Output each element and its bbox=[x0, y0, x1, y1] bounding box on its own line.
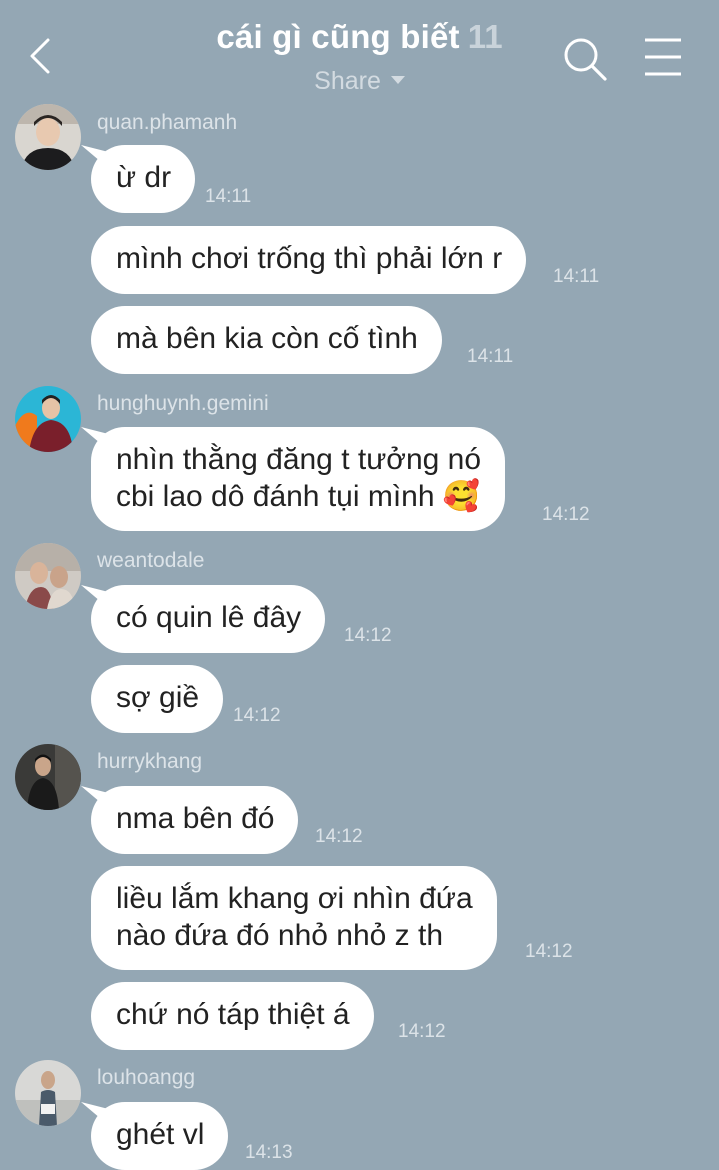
share-label: Share bbox=[314, 67, 381, 95]
sender-name: hurrykhang bbox=[97, 750, 203, 773]
chat-title[interactable]: cái gì cũng biết 11 bbox=[0, 18, 719, 56]
message-text-line-2: nào đứa đó nhỏ nhỏ z th bbox=[116, 919, 444, 952]
avatar-louhoangg[interactable] bbox=[15, 1060, 81, 1126]
avatar-image bbox=[15, 1060, 81, 1126]
sender-name: louhoangg bbox=[97, 1066, 196, 1089]
avatar-hurrykhang[interactable] bbox=[15, 744, 81, 810]
message-bubble[interactable]: nhìn thằng đăng t tưởng nó cbi lao dô đá… bbox=[91, 427, 506, 531]
hamburger-menu-icon bbox=[645, 38, 681, 76]
caret-down-icon bbox=[390, 76, 405, 85]
message-text: ừ dr bbox=[116, 161, 172, 194]
avatar-weantodale[interactable] bbox=[15, 543, 81, 609]
message-bubble[interactable]: liều lắm khang ơi nhìn đứa nào đứa đó nh… bbox=[91, 866, 497, 970]
avatar-image bbox=[15, 543, 81, 609]
message-text-line-1: nhìn thằng đăng t tưởng nó bbox=[116, 443, 482, 476]
sender-name: weantodale bbox=[97, 549, 205, 572]
share-dropdown[interactable]: Share bbox=[0, 67, 719, 96]
message-time: 14:12 bbox=[233, 705, 281, 726]
search-button[interactable] bbox=[562, 36, 608, 82]
avatar-quan-phamanh[interactable] bbox=[15, 104, 81, 170]
message-text: có quin lê đây bbox=[116, 601, 302, 634]
menu-button[interactable] bbox=[644, 38, 682, 76]
message-text-line-1: liều lắm khang ơi nhìn đứa bbox=[116, 882, 473, 915]
chat-header: cái gì cũng biết 11 Share bbox=[0, 0, 719, 105]
message-time: 14:12 bbox=[542, 504, 590, 525]
message-time: 14:12 bbox=[344, 625, 392, 646]
message-text: nma bên đó bbox=[116, 802, 275, 835]
message-time: 14:11 bbox=[553, 266, 600, 287]
avatar-image bbox=[15, 104, 81, 170]
message-time: 14:12 bbox=[315, 826, 363, 847]
search-icon bbox=[564, 38, 607, 81]
message-text: mà bên kia còn cố tình bbox=[116, 322, 418, 355]
avatar-image bbox=[15, 744, 81, 810]
message-time: 14:11 bbox=[467, 346, 514, 367]
message-text: sợ giề bbox=[116, 681, 200, 714]
message-text: ghét vl bbox=[116, 1118, 205, 1151]
message-time: 14:13 bbox=[245, 1142, 293, 1163]
message-text: chứ nó táp thiệt á bbox=[116, 998, 350, 1031]
avatar-hunghuynh-gemini[interactable] bbox=[15, 386, 81, 452]
message-bubble[interactable]: mình chơi trống thì phải lớn r bbox=[91, 226, 527, 294]
message-bubble[interactable]: ừ dr bbox=[91, 145, 196, 213]
message-bubble[interactable]: chứ nó táp thiệt á bbox=[91, 982, 374, 1050]
message-bubble[interactable]: nma bên đó bbox=[91, 786, 299, 854]
member-count: 11 bbox=[467, 18, 503, 55]
message-time: 14:12 bbox=[525, 941, 573, 962]
message-time: 14:11 bbox=[205, 186, 252, 207]
message-bubble[interactable]: có quin lê đây bbox=[91, 585, 326, 653]
sender-name: hunghuynh.gemini bbox=[97, 392, 269, 415]
message-bubble[interactable]: sợ giề bbox=[91, 665, 224, 733]
sender-name: quan.phamanh bbox=[97, 111, 238, 134]
avatar-image bbox=[15, 386, 81, 452]
group-name: cái gì cũng biết bbox=[216, 18, 460, 55]
message-text-line-2: cbi lao dô đánh tụi mình 🥰 bbox=[116, 480, 481, 513]
message-bubble[interactable]: mà bên kia còn cố tình bbox=[91, 306, 442, 374]
message-bubble[interactable]: ghét vl bbox=[91, 1102, 229, 1170]
message-text: mình chơi trống thì phải lớn r bbox=[116, 242, 503, 275]
message-time: 14:12 bbox=[398, 1021, 446, 1042]
